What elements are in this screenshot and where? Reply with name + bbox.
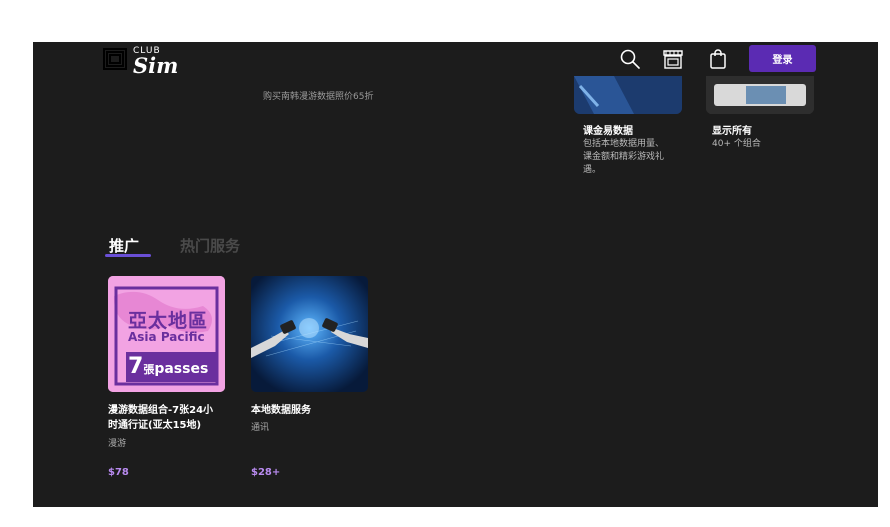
tab-popular-services[interactable]: 热门服务 [180,235,240,256]
product-category-telecom: 通讯 [251,423,270,433]
passes-unit-en: passes [154,361,209,377]
logo-sim-text: Sim [133,53,179,78]
product-category-roaming: 漫游 [108,439,127,449]
club-sim-logo[interactable]: CLUB Sim [103,44,183,78]
promo-image-title-en: Asia Pacific [128,330,205,344]
app-frame: CLUB Sim 登录 购买南韩漫游数据照价65折 课金易数据 包括本地数据用量… [33,42,878,507]
top-navbar: CLUB Sim 登录 [33,42,878,78]
data-plan-card-image[interactable] [574,76,682,114]
logo-mark-icon [103,48,127,70]
passes-number: 7 [128,354,144,379]
product-price-local-data: $28+ [251,467,281,478]
login-button[interactable]: 登录 [749,45,816,72]
card-desc-data: 包括本地数据用量、 课金额和精彩游戏礼 遇。 [583,138,664,177]
tab-promotions[interactable]: 推广 [109,235,139,256]
card-desc-line: 课金额和精彩游戏礼 [583,152,665,162]
product-name-line: 漫游数据组合-7张24小 [108,405,214,416]
product-name-line: 时通行证(亚太15地) [108,420,202,431]
product-image-asia-pacific[interactable]: 亞太地區 Asia Pacific 7 張 passes [108,276,225,392]
product-name-local-data[interactable]: 本地数据服务 [251,403,376,418]
product-price-asia-pacific: $78 [108,467,129,478]
show-all-card-image[interactable] [706,76,814,114]
promo-image-passes: 7 張 passes [128,354,208,379]
card-desc-line: 包括本地数据用量、 [583,139,665,149]
active-tab-indicator [105,254,151,257]
product-name-asia-pacific[interactable]: 漫游数据组合-7张24小 时通行证(亚太15地) [108,403,233,433]
card-title-data[interactable]: 课金易数据 [583,122,633,137]
shopping-bag-icon[interactable] [707,48,729,70]
card-title-show-all[interactable]: 显示所有 [712,122,752,137]
product-name-line: 本地数据服务 [251,405,311,416]
card-desc-show-all: 40+ 个组合 [712,138,761,151]
store-icon[interactable] [662,48,684,70]
search-icon[interactable] [619,48,641,70]
passes-unit-cn: 張 [143,363,155,376]
promo-image-title-cn: 亞太地區 [128,310,209,332]
promo-caption: 购买南韩漫游数据照价65折 [263,92,374,102]
card-desc-line: 遇。 [583,165,602,175]
card-desc-line: 40+ 个组合 [712,139,761,149]
product-image-local-data[interactable] [251,276,368,392]
